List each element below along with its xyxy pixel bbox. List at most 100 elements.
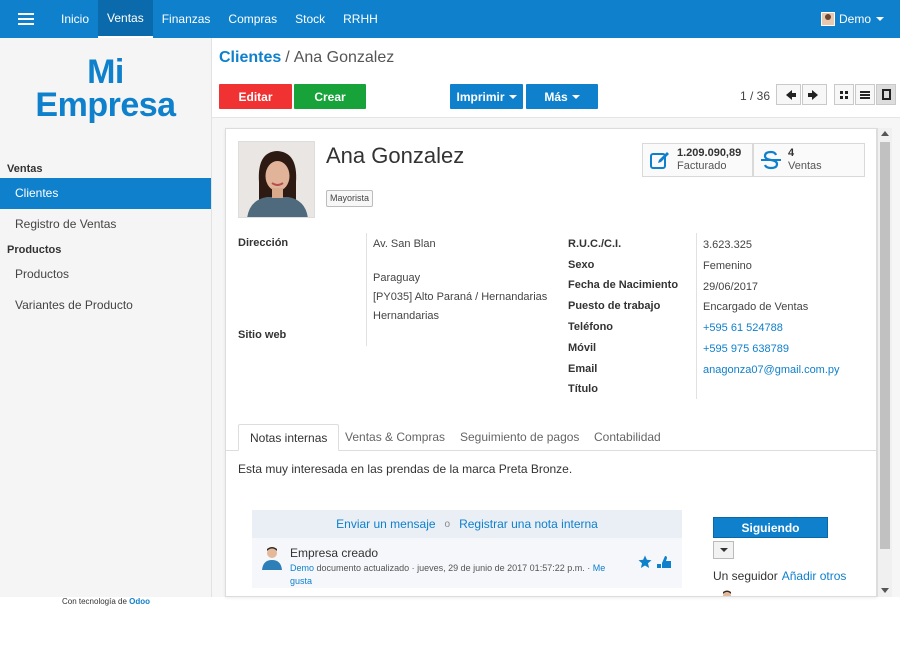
dollar-strike-icon <box>761 150 781 170</box>
form-sheet: Ana Gonzalez Mayorista 1.209.090,89 Fact… <box>225 128 877 597</box>
scroll-up-icon[interactable] <box>881 131 889 136</box>
create-button[interactable]: Crear <box>294 84 366 109</box>
message-title: Empresa creado <box>290 546 379 560</box>
job-value: Encargado de Ventas <box>703 301 809 313</box>
message-meta: Demo documento actualizado · jueves, 29 … <box>290 562 620 588</box>
pager-next-button[interactable] <box>802 84 827 105</box>
breadcrumb-current: Ana Gonzalez <box>293 49 395 66</box>
ruc-label: R.U.C./C.I. <box>568 238 622 250</box>
birthdate-value: 29/06/2017 <box>703 281 759 293</box>
address-state: [PY035] Alto Paraná / Hernandarias <box>373 291 548 303</box>
breadcrumb-clientes[interactable]: Clientes <box>219 49 281 66</box>
internal-notes-text[interactable]: Esta muy interesada en las prendas de la… <box>238 462 572 476</box>
top-menu-item-inicio[interactable]: Inicio <box>52 0 98 38</box>
log-note-link[interactable]: Registrar una nota interna <box>459 517 598 531</box>
print-button[interactable]: Imprimir <box>450 84 523 109</box>
view-kanban-button[interactable] <box>834 84 854 105</box>
email-link[interactable]: anagonza07@gmail.com.py <box>703 364 840 376</box>
pager-counter[interactable]: 1 / 36 <box>740 89 770 103</box>
more-button[interactable]: Más <box>526 84 598 109</box>
category-tag[interactable]: Mayorista <box>326 190 374 207</box>
person-photo-icon <box>239 142 314 217</box>
add-followers-link[interactable]: Añadir otros <box>782 569 847 583</box>
sidebar-section-ventas: Ventas <box>7 163 43 175</box>
invoiced-stat-button[interactable]: 1.209.090,89 Facturado <box>642 143 753 177</box>
tab-ventas-compras[interactable]: Ventas & Compras <box>334 424 456 451</box>
scroll-thumb[interactable] <box>880 142 890 549</box>
powered-by-link[interactable]: Odoo <box>129 597 150 606</box>
print-button-label: Imprimir <box>456 89 505 104</box>
mobile-label: Móvil <box>568 342 597 354</box>
sidebar-item-registro-ventas[interactable]: Registro de Ventas <box>0 209 211 240</box>
phone-label: Teléfono <box>568 321 614 333</box>
sales-stat-button[interactable]: 4 Ventas <box>753 143 865 177</box>
tab-seguimiento-pagos[interactable]: Seguimiento de pagos <box>449 424 590 451</box>
top-menu-item-compras[interactable]: Compras <box>219 0 286 38</box>
chatter-composer-bar: Enviar un mensaje o Registrar una nota i… <box>252 510 682 538</box>
caret-down-icon <box>719 548 728 552</box>
view-form-button[interactable] <box>876 84 896 105</box>
mobile-link[interactable]: +595 975 638789 <box>703 343 789 355</box>
star-icon[interactable] <box>638 555 652 569</box>
powered-by-text: Con tecnología de <box>61 597 127 606</box>
top-menu-item-stock[interactable]: Stock <box>286 0 334 38</box>
sales-label: Ventas <box>788 160 822 172</box>
message-meta-text: documento actualizado · jueves, 29 de ju… <box>316 563 591 573</box>
author-avatar[interactable] <box>261 546 283 570</box>
message-author-link[interactable]: Demo <box>290 563 314 573</box>
form-icon <box>881 89 891 100</box>
user-name: Demo <box>838 12 871 26</box>
company-logo[interactable]: Mi Empresa <box>0 53 211 124</box>
tab-notas-internas[interactable]: Notas internas <box>238 424 340 451</box>
apps-menu-button[interactable] <box>0 0 52 38</box>
edit-button-label: Editar <box>238 89 273 104</box>
breadcrumb: Clientes / Ana Gonzalez <box>219 49 394 67</box>
title-label: Título <box>568 383 598 395</box>
contact-name: Ana Gonzalez <box>326 143 465 168</box>
hamburger-icon <box>18 18 34 20</box>
job-label: Puesto de trabajo <box>568 300 661 312</box>
email-label: Email <box>568 363 598 375</box>
chatter-or: o <box>444 518 451 530</box>
logo-line-2: Empresa <box>35 86 176 124</box>
top-menu-item-ventas[interactable]: Ventas <box>98 0 153 38</box>
field-divider-right <box>696 233 697 399</box>
invoiced-label: Facturado <box>677 160 727 172</box>
chatter-message: Empresa creado Demo documento actualizad… <box>252 538 682 588</box>
thumbs-up-icon[interactable] <box>656 554 672 569</box>
form-scrollbar[interactable] <box>877 128 892 597</box>
app-window: Inicio Ventas Finanzas Compras Stock RRH… <box>0 0 900 652</box>
view-list-button[interactable] <box>855 84 875 105</box>
sidebar-item-variantes[interactable]: Variantes de Producto <box>0 290 211 321</box>
breadcrumb-separator: / <box>285 49 290 66</box>
logo-line-1: Mi <box>87 53 124 91</box>
send-message-link[interactable]: Enviar un mensaje <box>336 517 435 531</box>
following-button[interactable]: Siguiendo <box>713 517 828 538</box>
follower-avatar[interactable] <box>720 590 734 597</box>
scroll-down-icon[interactable] <box>881 588 889 593</box>
top-menu: Inicio Ventas Finanzas Compras Stock RRH… <box>52 0 387 38</box>
followers-count[interactable]: Un seguidor <box>713 569 778 583</box>
following-dropdown[interactable] <box>713 541 734 559</box>
address-label: Dirección <box>238 237 289 249</box>
sidebar-section-productos: Productos <box>7 244 62 256</box>
top-menu-item-finanzas[interactable]: Finanzas <box>153 0 220 38</box>
phone-link[interactable]: +595 61 524788 <box>703 322 783 334</box>
top-menu-item-rrhh[interactable]: RRHH <box>334 0 387 38</box>
contact-photo[interactable] <box>238 141 315 218</box>
user-avatar <box>820 12 835 26</box>
tab-contabilidad[interactable]: Contabilidad <box>583 424 672 451</box>
sex-label: Sexo <box>568 259 595 271</box>
sidebar-item-productos[interactable]: Productos <box>0 259 211 290</box>
user-menu[interactable]: Demo <box>820 0 884 38</box>
list-icon <box>860 90 870 99</box>
main-content: Clientes / Ana Gonzalez Editar Crear Impri… <box>212 38 900 597</box>
edit-button[interactable]: Editar <box>219 84 292 109</box>
followers-row: Un seguidor Añadir otros <box>713 569 846 583</box>
sex-value: Femenino <box>703 260 752 272</box>
notebook-tabs: Notas internas Ventas & Compras Seguimie… <box>226 424 876 451</box>
sidebar-item-clientes[interactable]: Clientes <box>0 178 211 209</box>
sidebar: Mi Empresa Ventas Clientes Registro de V… <box>0 38 212 597</box>
kanban-icon <box>840 90 848 99</box>
pager-previous-button[interactable] <box>776 84 801 105</box>
